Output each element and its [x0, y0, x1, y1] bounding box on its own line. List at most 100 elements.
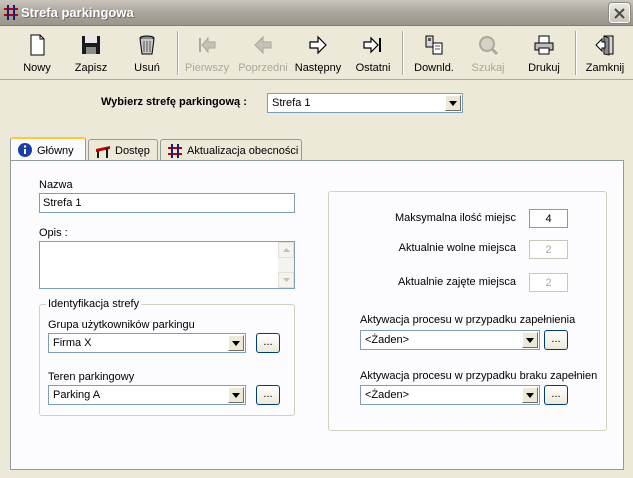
name-input[interactable]: Strefa 1 — [39, 193, 295, 213]
last-record-icon — [363, 36, 381, 54]
not-full-process-select[interactable]: <Żaden> — [360, 385, 540, 405]
chevron-down-icon — [232, 341, 240, 346]
name-input-value: Strefa 1 — [43, 197, 82, 209]
scroll-down-button[interactable] — [278, 272, 294, 288]
not-full-process-dropdown-button[interactable] — [522, 387, 538, 403]
full-process-value: <Żaden> — [365, 334, 410, 346]
floppy-save-icon — [82, 36, 100, 54]
free-spaces-label: Aktualnie wolne miejsca — [398, 242, 516, 254]
toolbar-separator — [402, 31, 404, 75]
next-record-icon — [309, 35, 327, 55]
printer-icon — [534, 35, 554, 55]
tab-main[interactable]: Główny — [10, 137, 86, 161]
scroll-up-button[interactable] — [278, 242, 294, 258]
not-full-process-browse-button[interactable]: ... — [544, 385, 568, 405]
delete-button-label: Usuń — [134, 62, 160, 74]
zone-select-dropdown-button[interactable] — [445, 95, 461, 111]
max-spaces-input[interactable]: 4 — [529, 209, 568, 228]
chevron-up-icon — [283, 248, 290, 252]
not-full-process-value: <Żaden> — [365, 389, 410, 401]
max-spaces-value: 4 — [545, 213, 552, 225]
previous-record-button[interactable]: Poprzedni — [236, 29, 290, 77]
window-title: Strefa parkingowa — [21, 5, 134, 20]
description-scrollbar[interactable] — [278, 242, 294, 288]
full-process-dropdown-button[interactable] — [522, 332, 538, 348]
search-label: Szukaj — [471, 62, 505, 74]
delete-button[interactable]: Usuń — [124, 29, 170, 77]
chevron-down-icon — [526, 338, 534, 343]
description-textarea[interactable] — [39, 241, 295, 289]
occupied-spaces-value: 2 — [545, 277, 552, 289]
exit-door-icon — [595, 35, 614, 56]
next-record-label: Następny — [294, 62, 342, 74]
zone-selector-row: Wybierz strefę parkingową : Strefa 1 — [0, 93, 633, 113]
zone-selector-label: Wybierz strefę parkingową : — [101, 96, 247, 108]
zone-select[interactable]: Strefa 1 — [267, 93, 463, 113]
not-full-process-label: Aktywacja procesu w przypadku braku zape… — [360, 370, 598, 382]
info-icon — [18, 143, 32, 157]
save-button-label: Zapisz — [74, 62, 108, 74]
new-button[interactable]: Nowy — [14, 29, 60, 77]
parking-area-label: Teren parkingowy — [48, 371, 135, 383]
download-button[interactable]: Downld. — [408, 29, 460, 77]
capacity-group: Maksymalna ilość miejsc 4 Aktualnie woln… — [328, 191, 607, 431]
free-spaces-value: 2 — [545, 244, 552, 256]
search-button[interactable]: Szukaj — [464, 29, 512, 77]
close-button[interactable]: Zamknij — [582, 29, 628, 77]
max-spaces-label: Maksymalna ilość miejsc — [394, 212, 516, 224]
parking-barrier-icon — [4, 5, 18, 20]
first-record-icon — [199, 36, 216, 54]
tab-presence-update[interactable]: Aktualizacja obecności — [160, 139, 302, 161]
name-label: Nazwa — [39, 179, 73, 191]
first-record-button[interactable]: Pierwszy — [182, 29, 232, 77]
toolbar-separator — [575, 31, 577, 75]
full-process-browse-button[interactable]: ... — [544, 330, 568, 350]
description-label: Opis : — [39, 227, 68, 239]
title-bar: Strefa parkingowa — [0, 0, 633, 26]
tab-presence-update-label: Aktualizacja obecności — [187, 145, 299, 157]
tab-access-label: Dostęp — [115, 145, 150, 157]
user-group-select[interactable]: Firma X — [48, 333, 246, 353]
chevron-down-icon — [232, 393, 240, 398]
parking-area-value: Parking A — [53, 389, 101, 401]
occupied-spaces-label: Aktualnie zajęte miejsca — [397, 276, 516, 288]
user-group-dropdown-button[interactable] — [228, 335, 244, 351]
save-button[interactable]: Zapisz — [68, 29, 114, 77]
parking-area-browse-button[interactable]: ... — [256, 385, 280, 405]
full-process-select[interactable]: <Żaden> — [360, 330, 540, 350]
user-group-browse-button[interactable]: ... — [256, 333, 280, 353]
user-group-label: Grupa użytkowników parkingu — [48, 319, 195, 331]
barrier-icon — [96, 146, 110, 158]
tab-access[interactable]: Dostęp — [88, 139, 158, 161]
new-document-icon — [30, 34, 45, 56]
previous-record-label: Poprzedni — [238, 62, 288, 74]
close-window-button[interactable] — [609, 3, 630, 23]
chevron-down-icon — [283, 278, 290, 282]
last-record-label: Ostatni — [355, 62, 391, 74]
zone-identification-legend: Identyfikacja strefy — [46, 298, 142, 310]
download-device-icon — [425, 35, 443, 55]
last-record-button[interactable]: Ostatni — [350, 29, 396, 77]
download-label: Downld. — [414, 62, 454, 74]
chevron-down-icon — [526, 393, 534, 398]
toolbar-separator — [177, 31, 179, 75]
zone-identification-group: Identyfikacja strefy Grupa użytkowników … — [39, 298, 295, 416]
occupied-spaces-field: 2 — [529, 273, 568, 292]
print-label: Drukuj — [528, 62, 560, 74]
search-icon — [479, 36, 499, 56]
main-tab-panel: Nazwa Strefa 1 Opis : Identyfikacja stre… — [10, 160, 624, 470]
free-spaces-field: 2 — [529, 240, 568, 259]
tab-main-label: Główny — [37, 145, 74, 157]
toolbar: Nowy Zapisz Usuń Pierwszy Poprzedni Nast… — [0, 27, 633, 80]
full-process-label: Aktywacja procesu w przypadku zapełnieni… — [360, 314, 576, 326]
print-button[interactable]: Drukuj — [520, 29, 568, 77]
first-record-label: Pierwszy — [184, 62, 229, 74]
parking-area-select[interactable]: Parking A — [48, 385, 246, 405]
new-button-label: Nowy — [23, 62, 51, 74]
close-icon — [614, 8, 625, 19]
chevron-down-icon — [449, 101, 457, 106]
parking-area-dropdown-button[interactable] — [228, 387, 244, 403]
close-label: Zamknij — [585, 62, 625, 74]
previous-record-icon — [254, 35, 272, 55]
next-record-button[interactable]: Następny — [292, 29, 344, 77]
